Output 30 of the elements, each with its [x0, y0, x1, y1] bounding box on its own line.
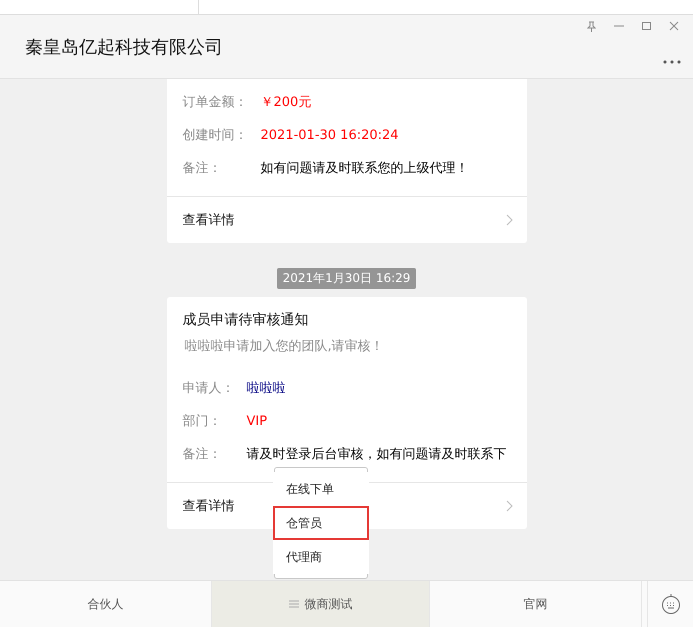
chevron-right-icon	[506, 500, 512, 512]
card-subtitle: 啦啦啦申请加入您的团队,请审核！	[184, 338, 385, 355]
window-title: 秦皇岛亿起科技有限公司	[24, 36, 223, 60]
popup-menu-item[interactable]: 代理商	[273, 540, 369, 574]
keyboard-icon[interactable]	[660, 593, 680, 615]
field-value: 请及时登录后台审核，如有问题请及时联系下	[246, 446, 506, 464]
field-value: 如有问题请及时联系您的上级代理！	[260, 160, 468, 178]
field-label: 申请人：	[182, 380, 236, 398]
maximize-icon[interactable]	[642, 21, 651, 31]
view-details-link[interactable]: 查看详情	[182, 211, 234, 229]
field-value: 啦啦啦	[246, 380, 286, 398]
field-value: ￥200元	[260, 94, 312, 112]
menu-icon	[288, 600, 298, 608]
field-label: 创建时间：	[182, 127, 248, 145]
field-value: VIP	[246, 413, 268, 431]
field-label: 部门：	[182, 413, 222, 431]
field-label: 备注：	[182, 160, 222, 178]
card-title: 成员申请待审核通知	[182, 311, 310, 329]
close-icon[interactable]	[669, 21, 679, 31]
chevron-right-icon	[506, 214, 512, 226]
pin-icon[interactable]	[587, 21, 596, 32]
popup-menu-item[interactable]: 仓管员	[273, 506, 369, 540]
view-details-link[interactable]: 查看详情	[182, 497, 234, 515]
field-label: 备注：	[182, 446, 222, 464]
more-icon[interactable]	[663, 60, 681, 64]
timestamp: 2021年1月30日 16:29	[276, 268, 416, 289]
popup-menu-item[interactable]: 在线下单	[273, 472, 369, 506]
menu-tab[interactable]: 微商测试	[212, 581, 430, 627]
field-label: 订单金额：	[182, 94, 248, 112]
field-value: 2021-01-30 16:20:24	[260, 127, 399, 145]
